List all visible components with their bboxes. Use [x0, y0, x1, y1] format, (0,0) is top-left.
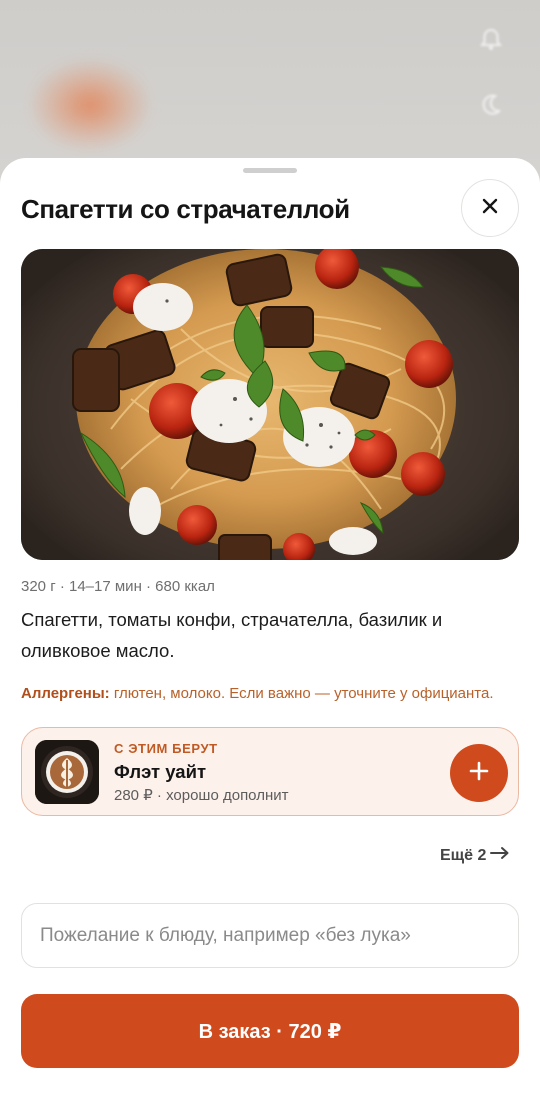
- dish-title: Спагетти со страчателлой: [21, 194, 350, 224]
- dish-meta: 320 г · 14–17 мин · 680 ккал: [21, 578, 215, 595]
- moon-icon: [481, 94, 502, 122]
- sheet-grabber[interactable]: [243, 168, 297, 173]
- arrow-right-icon: [490, 846, 510, 865]
- add-pairing-button[interactable]: [450, 744, 508, 802]
- close-button[interactable]: [461, 179, 519, 237]
- dish-photo: [21, 249, 519, 560]
- allergens-text: глютен, молоко. Если важно — уточните у …: [109, 685, 494, 702]
- allergens-label: Аллергены:: [21, 685, 110, 702]
- more-pairings-link[interactable]: Ещё 2: [440, 846, 510, 865]
- pairing-kicker: С ЭТИМ БЕРУТ: [114, 741, 218, 756]
- dish-wish-input[interactable]: [21, 903, 519, 968]
- pasta-photo: [21, 249, 519, 560]
- pairing-card[interactable]: С ЭТИМ БЕРУТ Флэт уайт 280 ₽ · хорошо до…: [21, 727, 519, 816]
- bell-icon: [479, 28, 503, 58]
- coffee-photo: [35, 740, 99, 804]
- allergens-note: Аллергены: глютен, молоко. Если важно — …: [21, 685, 526, 702]
- plus-icon: [469, 761, 489, 786]
- dish-description: Спагетти, томаты конфи, страчателла, баз…: [21, 609, 443, 661]
- more-pairings-label: Ещё 2: [440, 846, 487, 864]
- add-to-order-button[interactable]: В заказ · 720 ₽: [21, 994, 519, 1068]
- pairing-subtitle: 280 ₽ · хорошо дополнит: [114, 787, 289, 804]
- dish-bottom-sheet: Спагетти со страчателлой 320 г · 14–17 м…: [0, 158, 540, 1099]
- close-icon: [481, 197, 499, 220]
- pairing-name: Флэт уайт: [114, 761, 207, 782]
- background-blur-image: [30, 60, 150, 150]
